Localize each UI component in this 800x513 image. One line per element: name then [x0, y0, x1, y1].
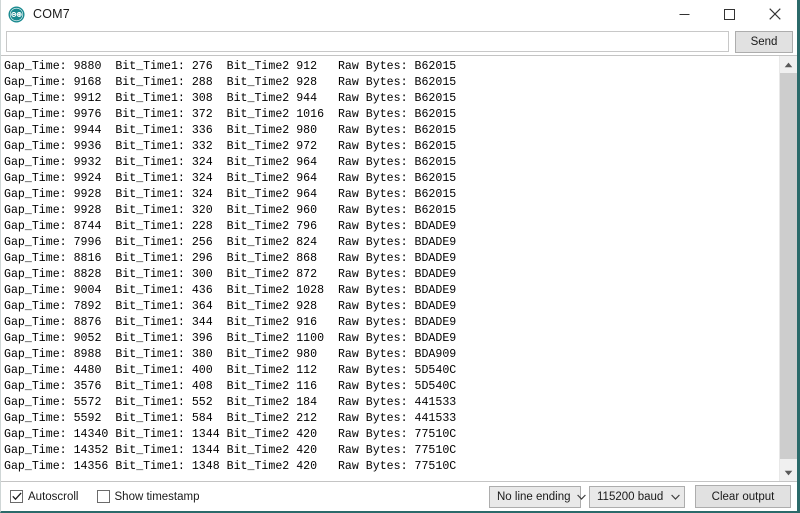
console-line: Gap_Time: 14356 Bit_Time1: 1348 Bit_Time… — [4, 460, 457, 473]
console-line: Gap_Time: 3576 Bit_Time1: 408 Bit_Time2 … — [4, 380, 457, 393]
autoscroll-label: Autoscroll — [28, 490, 79, 503]
scrollbar-thumb[interactable] — [780, 73, 797, 459]
close-button[interactable] — [752, 0, 797, 28]
console-line: Gap_Time: 7892 Bit_Time1: 364 Bit_Time2 … — [4, 300, 457, 313]
console-line: Gap_Time: 8876 Bit_Time1: 344 Bit_Time2 … — [4, 316, 457, 329]
console-line: Gap_Time: 9976 Bit_Time1: 372 Bit_Time2 … — [4, 108, 457, 121]
checkmark-icon — [11, 492, 22, 501]
console-line: Gap_Time: 5572 Bit_Time1: 552 Bit_Time2 … — [4, 396, 457, 409]
console-line: Gap_Time: 8744 Bit_Time1: 228 Bit_Time2 … — [4, 220, 457, 233]
console-area: Gap_Time: 9880 Bit_Time1: 276 Bit_Time2 … — [1, 55, 797, 482]
console-line: Gap_Time: 8828 Bit_Time1: 300 Bit_Time2 … — [4, 268, 457, 281]
autoscroll-checkbox-item[interactable]: Autoscroll — [10, 490, 79, 503]
chevron-down-icon — [669, 494, 684, 500]
console-line: Gap_Time: 9052 Bit_Time1: 396 Bit_Time2 … — [4, 332, 457, 345]
baud-rate-select[interactable]: 115200 baud — [589, 485, 685, 508]
console-line: Gap_Time: 4480 Bit_Time1: 400 Bit_Time2 … — [4, 364, 457, 377]
status-bar: Autoscroll Show timestamp No line ending… — [1, 482, 797, 511]
autoscroll-checkbox[interactable] — [10, 490, 23, 503]
show-timestamp-checkbox[interactable] — [96, 490, 110, 503]
console-line: Gap_Time: 9944 Bit_Time1: 336 Bit_Time2 … — [4, 124, 457, 137]
console-line: Gap_Time: 8988 Bit_Time1: 380 Bit_Time2 … — [4, 348, 457, 361]
show-timestamp-checkbox-item[interactable]: Show timestamp — [96, 490, 200, 503]
console-line: Gap_Time: 14340 Bit_Time1: 1344 Bit_Time… — [4, 428, 457, 441]
chevron-down-icon — [576, 494, 589, 500]
send-bar: Send — [1, 28, 797, 55]
baud-rate-value: 115200 baud — [597, 490, 664, 503]
console-line: Gap_Time: 7996 Bit_Time1: 256 Bit_Time2 … — [4, 236, 457, 249]
console-scrollbar[interactable] — [779, 56, 797, 481]
show-timestamp-label: Show timestamp — [114, 490, 200, 503]
scroll-down-icon[interactable] — [780, 464, 797, 481]
console-line: Gap_Time: 8816 Bit_Time1: 296 Bit_Time2 … — [4, 252, 457, 265]
send-input[interactable] — [6, 31, 729, 52]
console-line: Gap_Time: 9928 Bit_Time1: 320 Bit_Time2 … — [4, 204, 457, 217]
console-line: Gap_Time: 9924 Bit_Time1: 324 Bit_Time2 … — [4, 172, 457, 185]
console-line: Gap_Time: 14352 Bit_Time1: 1344 Bit_Time… — [4, 444, 457, 457]
console-line: Gap_Time: 9168 Bit_Time1: 288 Bit_Time2 … — [4, 76, 457, 89]
minimize-button[interactable] — [662, 0, 707, 28]
line-ending-value: No line ending — [497, 490, 571, 503]
title-bar-left: COM7 — [1, 6, 70, 23]
console-line: Gap_Time: 9936 Bit_Time1: 332 Bit_Time2 … — [4, 140, 457, 153]
console-line: Gap_Time: 9880 Bit_Time1: 276 Bit_Time2 … — [4, 60, 457, 73]
line-ending-select[interactable]: No line ending — [489, 485, 586, 508]
status-bar-right: No line ending 115200 baud Clear output — [481, 485, 791, 508]
scrollbar-track[interactable] — [780, 73, 797, 464]
window-title: COM7 — [33, 7, 70, 21]
send-button[interactable]: Send — [735, 30, 793, 53]
console-line: Gap_Time: 9928 Bit_Time1: 324 Bit_Time2 … — [4, 188, 457, 201]
console-line: Gap_Time: 9912 Bit_Time1: 308 Bit_Time2 … — [4, 92, 457, 105]
maximize-button[interactable] — [707, 0, 752, 28]
console-line: Gap_Time: 9932 Bit_Time1: 324 Bit_Time2 … — [4, 156, 457, 169]
clear-output-button[interactable]: Clear output — [695, 485, 791, 508]
console-output[interactable]: Gap_Time: 9880 Bit_Time1: 276 Bit_Time2 … — [1, 56, 779, 481]
console-line: Gap_Time: 9004 Bit_Time1: 436 Bit_Time2 … — [4, 284, 457, 297]
console-line: Gap_Time: 5592 Bit_Time1: 584 Bit_Time2 … — [4, 412, 457, 425]
title-bar: COM7 — [1, 0, 797, 28]
serial-monitor-window: COM7 Send Gap_Time: 9880 Bit_Time1: 276 … — [0, 0, 800, 513]
window-controls — [662, 0, 797, 28]
scroll-up-icon[interactable] — [780, 56, 797, 73]
arduino-logo-icon — [8, 6, 25, 23]
